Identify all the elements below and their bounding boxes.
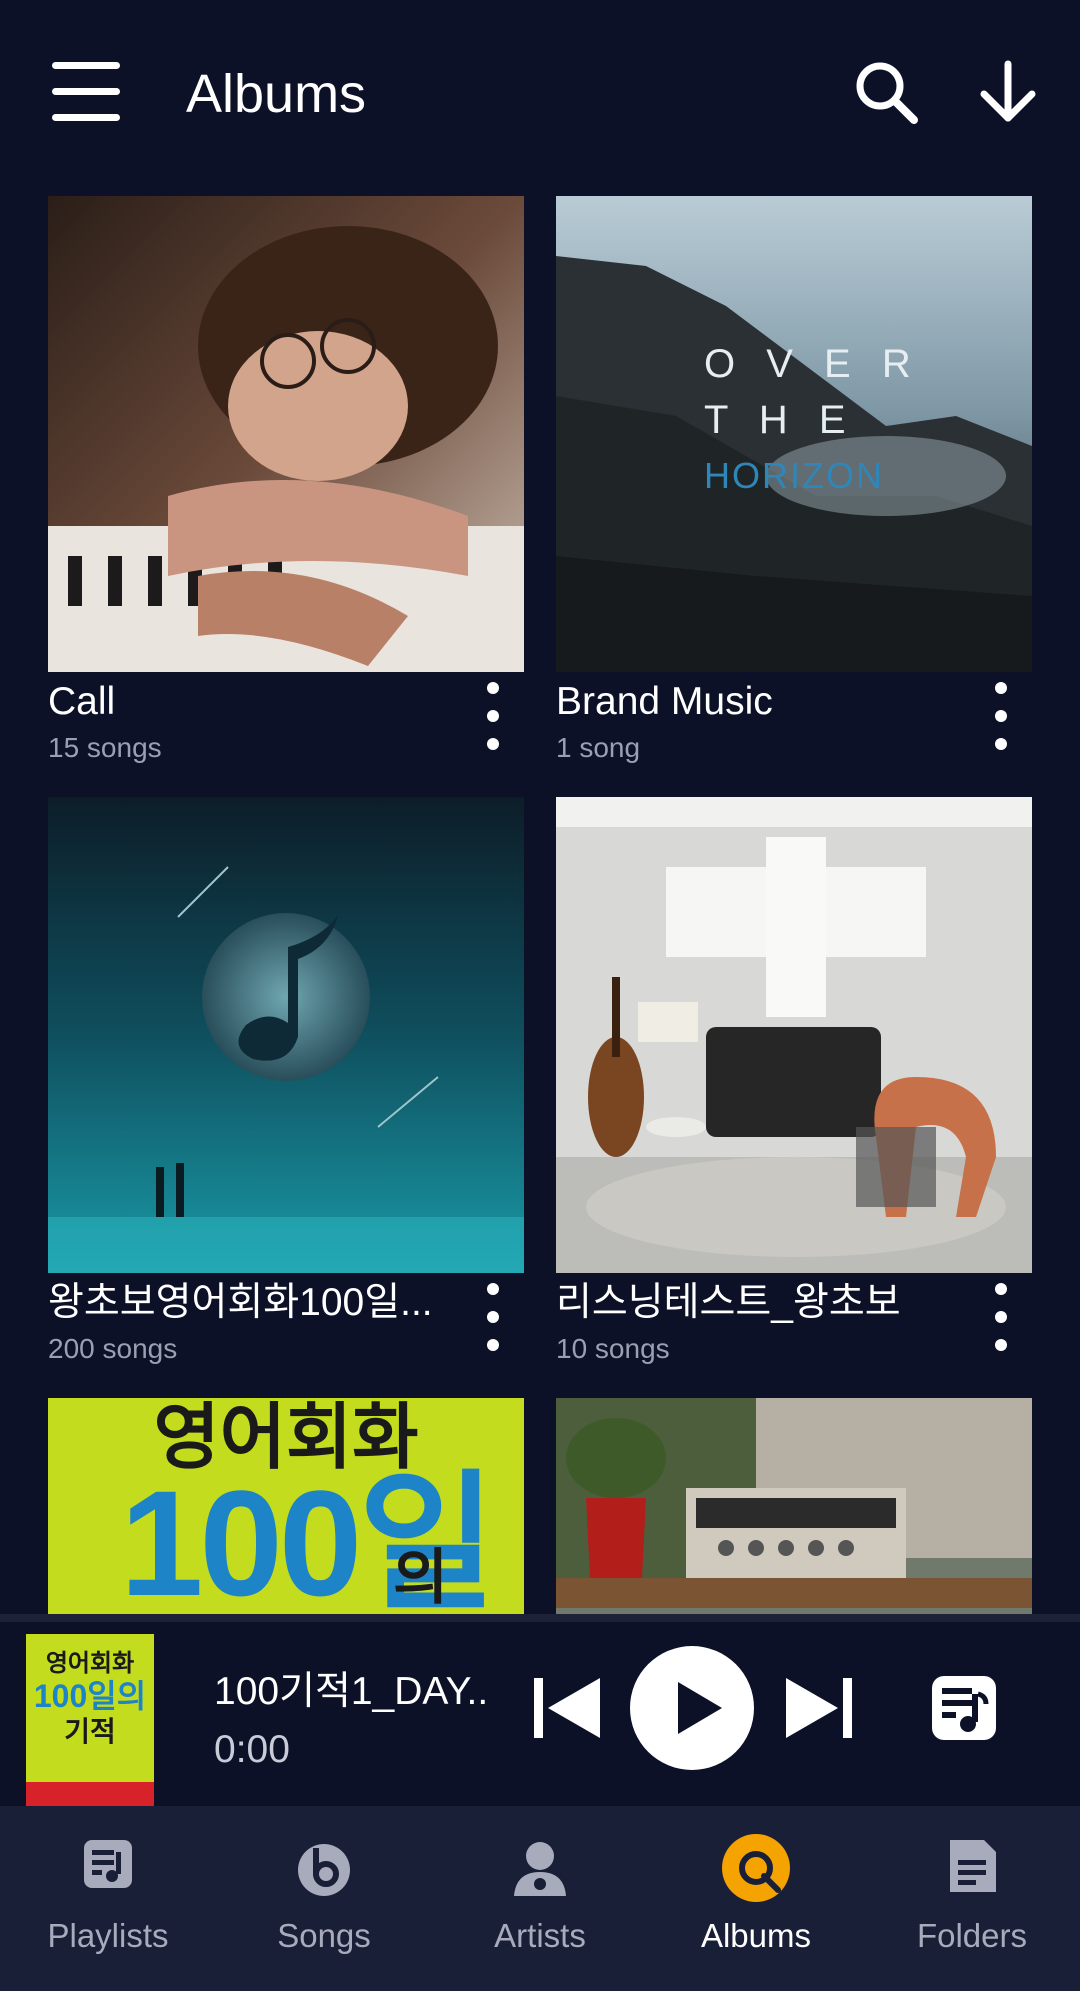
tab-folders[interactable]: Folders xyxy=(864,1806,1080,1991)
folder-icon xyxy=(936,1830,1008,1902)
previous-icon[interactable] xyxy=(528,1668,608,1748)
album-song-count: 1 song xyxy=(556,732,641,763)
track-title[interactable]: 100기적1_DAY.. xyxy=(214,1668,488,1716)
album-cover-image[interactable] xyxy=(48,196,524,672)
album-cover-image[interactable] xyxy=(556,797,1032,1273)
tab-artists[interactable]: Artists xyxy=(432,1806,648,1991)
now-playing-cover[interactable]: 영어회화 100일의 기적 xyxy=(26,1634,154,1814)
track-time: 0:00 xyxy=(214,1728,290,1771)
tab-label: Songs xyxy=(277,1917,371,1954)
artist-icon xyxy=(504,1830,576,1902)
album-song-count: 15 songs xyxy=(48,732,162,763)
album-title: Call xyxy=(48,680,116,723)
next-icon[interactable] xyxy=(778,1668,858,1748)
songs-icon xyxy=(288,1830,360,1902)
more-options-icon[interactable] xyxy=(976,678,1026,768)
album-cover-image[interactable]: 영어회화 100일 의 xyxy=(48,1398,524,1614)
album-title: 리스닝테스트_왕초보 xyxy=(556,1281,901,1324)
more-options-icon[interactable] xyxy=(468,1279,518,1369)
cover-text: O V E R T H E HORIZON xyxy=(704,342,921,496)
more-options-icon[interactable] xyxy=(976,1279,1026,1369)
playlist-icon xyxy=(72,1830,144,1902)
album-icon xyxy=(720,1830,792,1902)
album-song-count: 10 songs xyxy=(556,1333,670,1364)
tab-songs[interactable]: Songs xyxy=(216,1806,432,1991)
hamburger-menu-icon[interactable] xyxy=(52,62,120,122)
more-options-icon[interactable] xyxy=(468,678,518,768)
tab-label: Folders xyxy=(916,1917,1028,1954)
tab-albums[interactable]: Albums xyxy=(648,1806,864,1991)
tab-label: Artists xyxy=(494,1917,586,1954)
mini-player[interactable]: 영어회화 100일의 기적 100기적1_DAY.. 0:00 xyxy=(0,1614,1080,1814)
album-grid: Call 15 songs O V E R T H E HORIZON Bran… xyxy=(0,196,1080,1614)
tab-label: Playlists xyxy=(47,1917,169,1954)
cover-text: 의 xyxy=(393,1544,449,1611)
search-icon[interactable] xyxy=(850,56,922,128)
album-cover-image[interactable] xyxy=(48,797,524,1273)
album-title: Brand Music xyxy=(556,680,773,723)
album-cover-image[interactable]: O V E R T H E HORIZON xyxy=(556,196,1032,672)
top-app-bar: Albums xyxy=(0,0,1080,185)
album-song-count: 200 songs xyxy=(48,1333,178,1364)
play-icon[interactable] xyxy=(630,1646,754,1770)
album-title: 왕초보영어회화100일... xyxy=(48,1281,433,1324)
album-cover-image[interactable] xyxy=(556,1398,1032,1614)
queue-icon[interactable] xyxy=(928,1672,1000,1744)
arrow-down-icon[interactable] xyxy=(972,56,1044,128)
page-title: Albums xyxy=(186,64,367,124)
tab-label: Albums xyxy=(700,1917,812,1954)
tab-playlists[interactable]: Playlists xyxy=(0,1806,216,1991)
bottom-navigation: Playlists Songs Artists Albums Folders xyxy=(0,1806,1080,1991)
